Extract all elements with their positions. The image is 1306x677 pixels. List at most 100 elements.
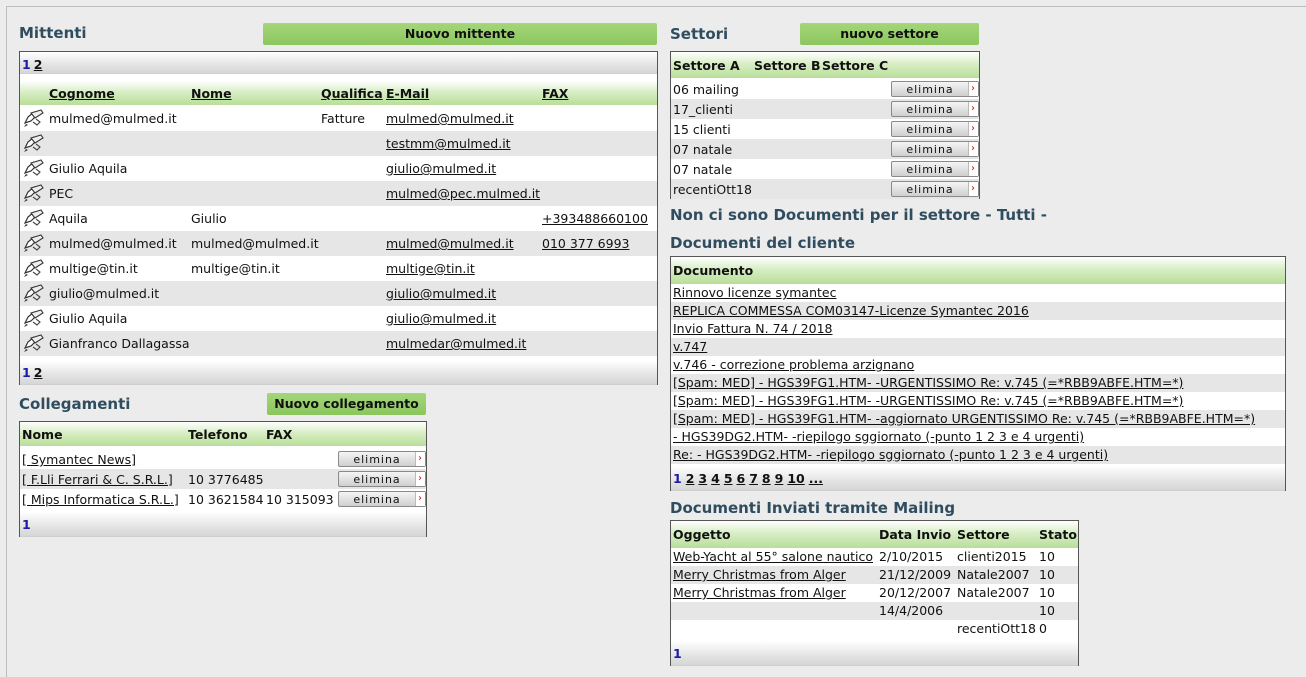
sector-name: 07 natale <box>673 162 733 177</box>
sector-name: recentiOtt18 <box>673 182 752 197</box>
sender-email-link[interactable]: giulio@mulmed.it <box>386 161 496 176</box>
col-cognome[interactable]: Cognome <box>49 86 115 101</box>
page-link-1[interactable]: 1 <box>673 471 682 486</box>
sender-row: Giulio Aquila giulio@mulmed.it <box>20 306 657 331</box>
edit-pencil-icon[interactable] <box>22 108 46 128</box>
edit-pencil-icon[interactable] <box>22 208 46 228</box>
elimina-label: elimina <box>906 183 954 196</box>
elimina-button[interactable]: elimina › <box>891 81 979 97</box>
document-link[interactable]: REPLICA COMMESSA COM03147-Licenze Symant… <box>673 303 1029 318</box>
new-link-button[interactable]: Nuovo collegamento <box>267 393 426 415</box>
document-link[interactable]: [Spam: MED] - HGS39FG1.HTM- -URGENTISSIM… <box>673 393 1183 408</box>
mailing-row: recentiOtt18 0 <box>671 620 1078 638</box>
sender-email-link[interactable]: mulmed@pec.mulmed.it <box>386 186 540 201</box>
mailing-row: Web-Yacht al 55° salone nautico 2/10/2015… <box>671 548 1078 566</box>
document-link[interactable]: v.746 - correzione problema arzignano <box>673 357 914 372</box>
col-fax[interactable]: FAX <box>542 86 568 101</box>
sender-email-link[interactable]: multige@tin.it <box>386 261 475 276</box>
edit-pencil-icon[interactable] <box>22 333 46 353</box>
edit-pencil-icon[interactable] <box>22 133 46 153</box>
page-link-4[interactable]: 4 <box>711 471 720 486</box>
page-link-9[interactable]: 9 <box>775 471 784 486</box>
document-link[interactable]: [Spam: MED] - HGS39FG1.HTM- -URGENTISSIM… <box>673 375 1183 390</box>
document-link[interactable]: Re: - HGS39DG2.HTM- -riepilogo sggiornat… <box>673 447 1108 462</box>
col-oggetto: Oggetto <box>673 527 731 542</box>
document-link[interactable]: [Spam: MED] - HGS39FG1.HTM- -aggiornato … <box>673 411 1255 426</box>
elimina-button[interactable]: elimina › <box>891 141 979 157</box>
document-row: Re: - HGS39DG2.HTM- -riepilogo sggiornat… <box>671 446 1285 464</box>
document-link[interactable]: v.747 <box>673 339 707 354</box>
document-link[interactable]: - HGS39DG2.HTM- -riepilogo sggiornato (-… <box>673 429 1084 444</box>
elimina-button[interactable]: elimina › <box>891 161 979 177</box>
link-name-link[interactable]: [ Symantec News] <box>22 452 136 467</box>
mailing-row: 14/4/2006 10 <box>671 602 1078 620</box>
page-link-6[interactable]: 6 <box>737 471 746 486</box>
page-link-2[interactable]: 2 <box>34 365 43 380</box>
elimina-button[interactable]: elimina › <box>338 451 426 467</box>
document-row: Invio Fattura N. 74 / 2018 <box>671 320 1285 338</box>
edit-pencil-icon[interactable] <box>22 158 46 178</box>
page-link-5[interactable]: 5 <box>724 471 733 486</box>
mittenti-title: Mittenti <box>19 24 87 42</box>
sender-email-link[interactable]: mulmed@mulmed.it <box>386 236 514 251</box>
settori-title: Settori <box>670 25 729 43</box>
sender-email-link[interactable]: testmm@mulmed.it <box>386 136 511 151</box>
page-link-8[interactable]: 8 <box>762 471 771 486</box>
sender-email-link[interactable]: mulmedar@mulmed.it <box>386 336 526 351</box>
page-link-2[interactable]: 2 <box>34 57 43 72</box>
col-settore-c: Settore C <box>822 58 889 73</box>
links-header: Nome Telefono FAX <box>20 422 426 446</box>
mailing-date: 20/12/2007 <box>879 585 952 600</box>
col-email[interactable]: E-Mail <box>386 86 429 101</box>
page-link-2[interactable]: 2 <box>686 471 695 486</box>
new-sector-button[interactable]: nuovo settore <box>800 23 979 45</box>
page-link-1[interactable]: 1 <box>22 517 31 532</box>
edit-pencil-icon[interactable] <box>22 258 46 278</box>
page-link-7[interactable]: 7 <box>749 471 758 486</box>
mailing-subject-link[interactable]: Merry Christmas from Alger <box>673 567 846 582</box>
page-link-1[interactable]: 1 <box>22 57 31 72</box>
sector-row: 07 natale elimina › <box>671 139 979 159</box>
mailing-status: 0 <box>1039 621 1047 636</box>
page-link-11[interactable]: ... <box>809 471 823 486</box>
page-link-3[interactable]: 3 <box>698 471 707 486</box>
senders-header: Cognome Nome Qualifica E-Mail FAX <box>20 81 657 105</box>
new-sender-button[interactable]: Nuovo mittente <box>263 23 657 45</box>
sender-email-link[interactable]: giulio@mulmed.it <box>386 286 496 301</box>
edit-pencil-icon[interactable] <box>22 308 46 328</box>
edit-pencil-icon[interactable] <box>22 233 46 253</box>
mailing-subject-link[interactable]: Web-Yacht al 55° salone nautico <box>673 549 873 564</box>
sender-row: Gianfranco Dallagassa mulmedar@mulmed.it <box>20 331 657 356</box>
col-qualifica[interactable]: Qualifica <box>321 86 383 101</box>
sender-fax-link[interactable]: +393488660100 <box>542 211 648 226</box>
document-link[interactable]: Rinnovo licenze symantec <box>673 285 836 300</box>
link-name-link[interactable]: [ Mips Informatica S.R.L.] <box>22 492 179 507</box>
edit-pencil-icon[interactable] <box>22 283 46 303</box>
elimina-button[interactable]: elimina › <box>338 491 426 507</box>
page-link-10[interactable]: 10 <box>787 471 804 486</box>
elimina-button[interactable]: elimina › <box>338 471 426 487</box>
sectors-header: Settore A Settore B Settore C <box>671 52 979 78</box>
mailing-subject-link[interactable]: Merry Christmas from Alger <box>673 585 846 600</box>
link-telefono: 10 3776485 <box>188 472 264 487</box>
elimina-button[interactable]: elimina › <box>891 121 979 137</box>
col-settore-b: Settore B <box>754 58 821 73</box>
elimina-label: elimina <box>906 103 954 116</box>
elimina-button[interactable]: elimina › <box>891 181 979 197</box>
link-name-link[interactable]: [ F.Lli Ferrari & C. S.R.L.] <box>22 472 173 487</box>
edit-pencil-icon[interactable] <box>22 183 46 203</box>
links-table: Nome Telefono FAX [ Symantec News] elimin… <box>19 421 427 537</box>
page-link-1[interactable]: 1 <box>22 365 31 380</box>
no-documents-message: Non ci sono Documenti per il settore - T… <box>670 206 1048 224</box>
mailing-row: Merry Christmas from Alger 21/12/2009 Nata… <box>671 566 1078 584</box>
chevron-right-icon: › <box>968 142 978 156</box>
elimina-button[interactable]: elimina › <box>891 101 979 117</box>
document-link[interactable]: Invio Fattura N. 74 / 2018 <box>673 321 832 336</box>
page-link-1[interactable]: 1 <box>673 646 682 661</box>
sender-cognome: Giulio Aquila <box>49 311 128 326</box>
sender-email-link[interactable]: mulmed@mulmed.it <box>386 111 514 126</box>
links-pager: 1 <box>20 512 426 537</box>
sender-fax-link[interactable]: 010 377 6993 <box>542 236 629 251</box>
col-nome[interactable]: Nome <box>191 86 232 101</box>
sender-email-link[interactable]: giulio@mulmed.it <box>386 311 496 326</box>
